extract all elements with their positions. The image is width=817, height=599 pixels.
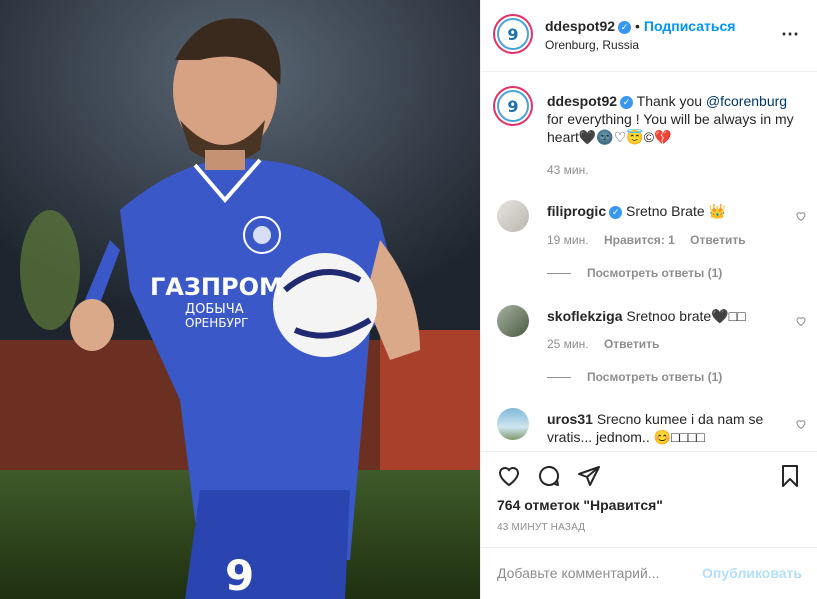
post-timestamp: 43 МИНУТ НАЗАД bbox=[497, 522, 586, 533]
caption-suffix: for everything ! You will be always in m… bbox=[547, 111, 794, 145]
post-header: 9 ddespot92 ✓ • Подписаться Orenburg, Russi… bbox=[481, 0, 817, 72]
add-comment-bar: Добавьте комментарий... Опубликовать bbox=[481, 547, 817, 599]
reply-button[interactable]: Ответить bbox=[690, 233, 745, 247]
avatar-number: 9 bbox=[507, 24, 519, 44]
comment-username[interactable]: skoflekziga bbox=[547, 308, 622, 324]
post-sidebar: 9 ddespot92 ✓ • Подписаться Orenburg, Russi… bbox=[480, 0, 817, 599]
heart-icon[interactable] bbox=[795, 210, 807, 222]
comment-time: 25 мин. bbox=[547, 337, 589, 351]
comment-body: Sretnoo brate🖤□□ bbox=[626, 308, 746, 324]
photo-sponsor-line2: ДОБЫЧА bbox=[185, 302, 244, 317]
reply-button[interactable]: Ответить bbox=[604, 337, 659, 351]
post-actions: 764 отметок "Нравится" 43 МИНУТ НАЗАД До… bbox=[481, 451, 817, 599]
caption-prefix: Thank you bbox=[636, 93, 706, 109]
heart-icon[interactable] bbox=[795, 418, 807, 430]
comment-likes[interactable]: Нравится: 1 bbox=[604, 233, 675, 247]
comment-time: 19 мин. bbox=[547, 233, 589, 247]
follow-button[interactable]: Подписаться bbox=[644, 18, 736, 34]
comment-item: skoflekziga Sretnoo brate🖤□□ 25 мин. Отв… bbox=[497, 305, 807, 385]
caption-username[interactable]: ddespot92 bbox=[547, 93, 617, 109]
likes-count[interactable]: 764 отметок "Нравится" bbox=[497, 497, 663, 513]
verified-icon: ✓ bbox=[609, 205, 623, 219]
caption-avatar[interactable]: 9 bbox=[497, 90, 529, 122]
caption-time: 43 мин. bbox=[547, 163, 589, 177]
caption-meta: 43 мин. bbox=[547, 163, 601, 177]
comment-username[interactable]: uros31 bbox=[547, 411, 593, 427]
photo-jersey-number: 9 bbox=[225, 551, 254, 599]
comments-list[interactable]: 9 ddespot92 ✓ Thank you @fcorenburg for e… bbox=[481, 73, 817, 451]
view-replies-label: Посмотреть ответы (1) bbox=[587, 266, 723, 280]
comment-text: skoflekziga Sretnoo brate🖤□□ bbox=[547, 307, 792, 325]
post-location[interactable]: Orenburg, Russia bbox=[545, 38, 639, 52]
photo-sponsor-line1: ГАЗПРОМ bbox=[150, 273, 283, 301]
view-replies-button[interactable]: Посмотреть ответы (1) bbox=[547, 266, 722, 280]
share-icon[interactable] bbox=[577, 464, 601, 488]
comment-input[interactable]: Добавьте комментарий... bbox=[497, 565, 659, 581]
caption: 9 ddespot92 ✓ Thank you @fcorenburg for e… bbox=[497, 90, 807, 190]
photo-sponsor-line3: ОРЕНБУРГ bbox=[185, 316, 248, 330]
verified-icon: ✓ bbox=[618, 20, 632, 34]
author-avatar[interactable]: 9 bbox=[497, 18, 529, 50]
comment-item: filiprogic ✓ Sretno Brate 👑 19 мин. Нрави… bbox=[497, 200, 807, 280]
comment-username[interactable]: filiprogic bbox=[547, 203, 606, 219]
post-photo[interactable]: ГАЗПРОМ ДОБЫЧА ОРЕНБУРГ 9 bbox=[0, 0, 480, 599]
publish-button[interactable]: Опубликовать bbox=[702, 565, 802, 581]
caption-mention[interactable]: @fcorenburg bbox=[706, 93, 787, 109]
commenter-avatar[interactable] bbox=[497, 200, 529, 232]
commenter-avatar[interactable] bbox=[497, 408, 529, 440]
view-replies-button[interactable]: Посмотреть ответы (1) bbox=[547, 370, 722, 384]
commenter-avatar[interactable] bbox=[497, 305, 529, 337]
comment-text: uros31 Srecno kumee i da nam se vratis..… bbox=[547, 410, 792, 446]
photo-illustration: ГАЗПРОМ ДОБЫЧА ОРЕНБУРГ 9 bbox=[0, 0, 480, 599]
header-line: ddespot92 ✓ • Подписаться bbox=[545, 18, 735, 34]
comment-text: filiprogic ✓ Sretno Brate 👑 bbox=[547, 202, 792, 220]
comment-icon[interactable] bbox=[537, 464, 561, 488]
heart-icon[interactable] bbox=[497, 464, 521, 488]
view-replies-label: Посмотреть ответы (1) bbox=[587, 370, 723, 384]
comment-item: uros31 Srecno kumee i da nam se vratis..… bbox=[497, 408, 807, 451]
more-options-icon[interactable]: ⋯ bbox=[781, 24, 800, 45]
comment-meta: 19 мин. Нравится: 1 Ответить bbox=[547, 233, 758, 247]
verified-icon: ✓ bbox=[620, 95, 634, 109]
replies-divider bbox=[547, 273, 571, 275]
avatar-number: 9 bbox=[507, 96, 519, 116]
author-username[interactable]: ddespot92 bbox=[545, 18, 615, 34]
comment-meta: 25 мин. Ответить bbox=[547, 337, 671, 351]
bookmark-icon[interactable] bbox=[778, 464, 802, 488]
separator-dot: • bbox=[635, 18, 640, 34]
heart-icon[interactable] bbox=[795, 315, 807, 327]
replies-divider bbox=[547, 377, 571, 379]
caption-text: ddespot92 ✓ Thank you @fcorenburg for eve… bbox=[547, 92, 797, 146]
comment-body: Sretno Brate 👑 bbox=[626, 203, 726, 219]
